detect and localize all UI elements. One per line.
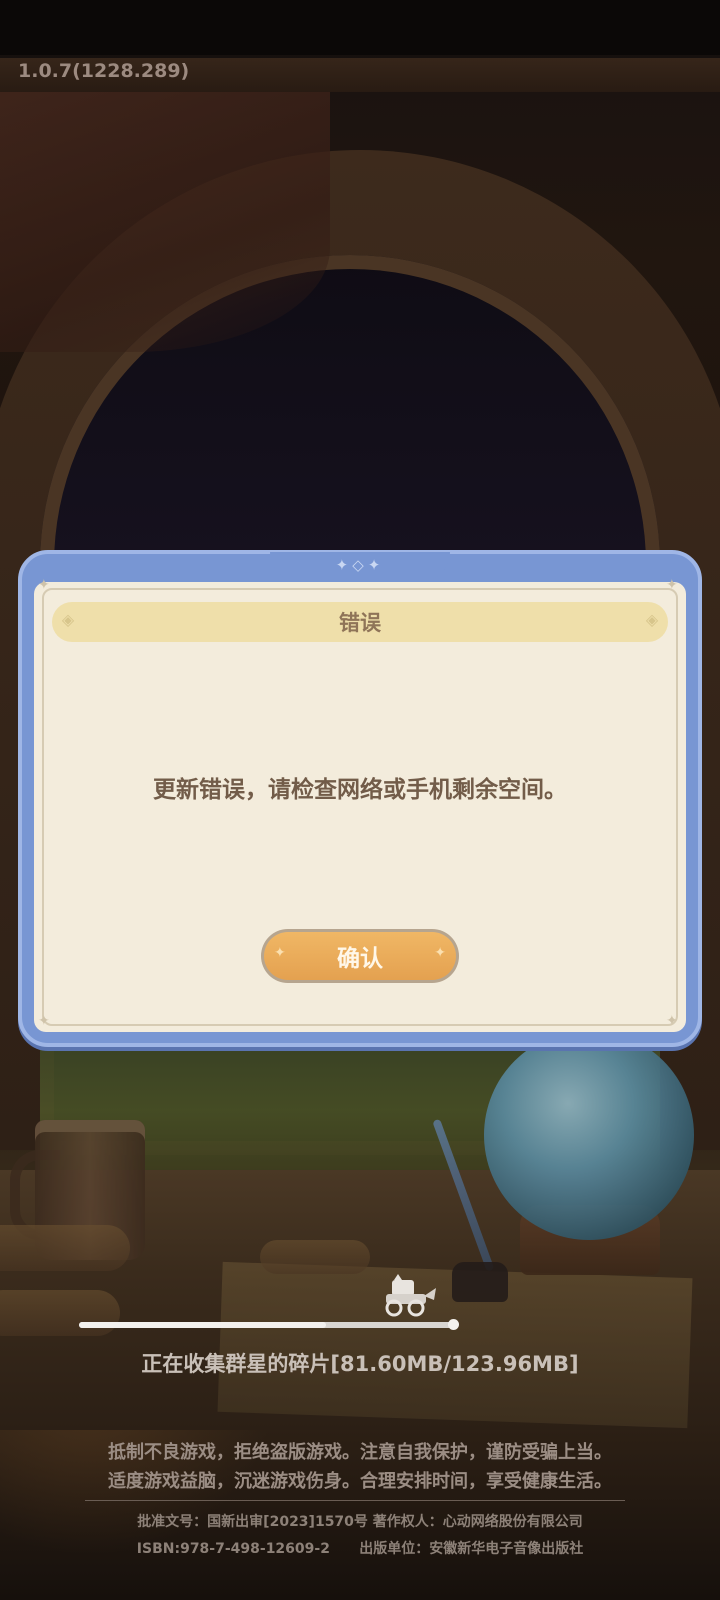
corner-star-icon: ✦ bbox=[38, 1013, 50, 1029]
isbn-publisher-info: ISBN:978-7-498-12609-2 出版单位：安徽新华电子音像出版社 bbox=[136, 1541, 584, 1557]
ink-pot bbox=[452, 1262, 508, 1302]
diamond-icon: ◈ bbox=[61, 610, 75, 629]
corner-star-icon: ✦ bbox=[38, 577, 50, 593]
corner-star-icon: ✦ bbox=[666, 1013, 678, 1029]
progress-knob bbox=[448, 1319, 459, 1330]
confirm-button-face[interactable]: ✦ 确认 ✦ bbox=[264, 932, 456, 980]
status-bar-area bbox=[0, 0, 720, 55]
error-message: 更新错误，请检查网络或手机剩余空间。 bbox=[153, 777, 567, 803]
rolled-scroll bbox=[0, 1290, 120, 1336]
sparkle-icon: ✦ bbox=[434, 945, 446, 961]
health-warning-line1: 抵制不良游戏，拒绝盗版游戏。注意自我保护，谨防受骗上当。 bbox=[108, 1442, 612, 1463]
version-label: 1.0.7(1228.289) bbox=[18, 60, 190, 82]
approval-info: 批准文号：国新出审[2023]1570号 著作权人：心动网络股份有限公司 bbox=[137, 1514, 583, 1530]
footer-divider bbox=[85, 1500, 625, 1501]
download-progress-bar bbox=[79, 1322, 454, 1328]
confirm-button[interactable]: ✦ 确认 ✦ bbox=[261, 929, 459, 983]
rolled-scroll bbox=[0, 1225, 130, 1271]
corner-star-icon: ✦ bbox=[666, 577, 678, 593]
progress-fill bbox=[79, 1322, 326, 1328]
dialog-title: 错误 bbox=[339, 611, 381, 635]
sparkle-icon: ✦ bbox=[274, 945, 286, 961]
confirm-button-label: 确认 bbox=[337, 946, 383, 972]
star-ornament-icon: ✦◇✦ bbox=[335, 556, 385, 574]
crystal-globe bbox=[484, 1030, 694, 1240]
diamond-icon: ◈ bbox=[645, 610, 659, 629]
cart-icon bbox=[385, 1274, 436, 1317]
curtain-drape bbox=[0, 92, 330, 352]
health-warning-line2: 适度游戏益脑，沉迷游戏伤身。合理安排时间，享受健康生活。 bbox=[108, 1471, 612, 1492]
dialog-title-bar: ◈ 错误 ◈ bbox=[52, 602, 668, 642]
spyglass bbox=[260, 1240, 370, 1274]
progress-text: 正在收集群星的碎片[81.60MB/123.96MB] bbox=[141, 1352, 579, 1376]
